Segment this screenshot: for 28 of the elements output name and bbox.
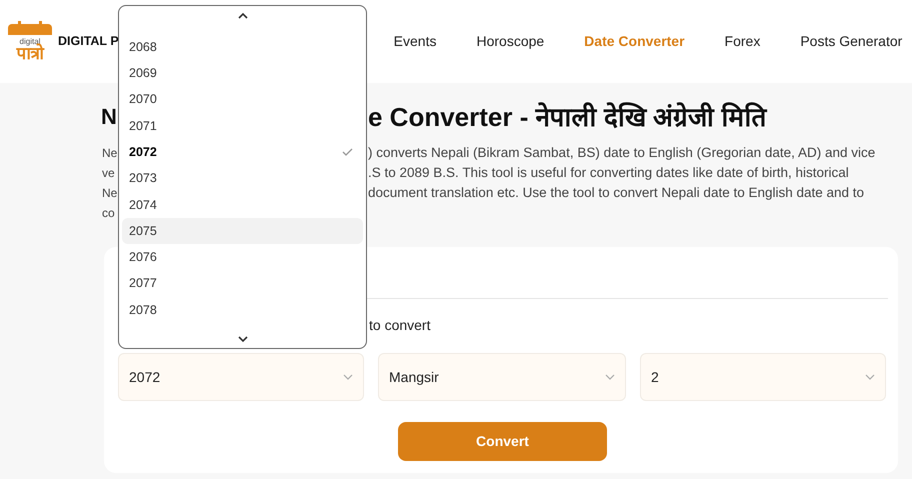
logo-text: digital (20, 38, 40, 46)
description-text: document translation etc. Use the tool to convert Nepali date to English date and to (368, 184, 864, 202)
page-heading: e Converter - नेपाली देखि अंग्रेजी मिति (368, 104, 766, 130)
page-heading: N (101, 106, 118, 128)
chevron-up-icon[interactable] (237, 12, 249, 20)
check-icon (342, 148, 353, 156)
dropdown-option[interactable]: 2075 (122, 218, 363, 244)
select-field[interactable]: Mangsir (378, 353, 626, 401)
chevron-down-icon[interactable] (237, 335, 249, 343)
description-text: ve (102, 165, 116, 182)
select-field[interactable]: 2 (640, 353, 886, 401)
chevron-down-icon (865, 374, 875, 380)
description-text: Ne (102, 185, 118, 202)
description-text: .S to 2089 B.S. This tool is useful for converting dates like date of birth, historical (368, 164, 849, 182)
chevron-down-icon (605, 374, 615, 380)
nav-link[interactable]: Events (394, 31, 436, 52)
nav-link[interactable]: Forex (724, 31, 760, 52)
description-text: Ne (102, 145, 118, 162)
description-text: co (102, 205, 116, 222)
nav-link[interactable]: Posts Generator (800, 31, 902, 52)
chevron-down-icon (343, 374, 353, 380)
select-field[interactable]: 2072 (118, 353, 364, 401)
calendar-logo-icon (8, 20, 52, 34)
description-text: ) converts Nepali (Bikram Sambat, BS) date to English (Gregorian date, AD) and vice (368, 144, 876, 162)
instruction-text: to convert (369, 316, 430, 335)
nav-link[interactable]: Horoscope (476, 31, 544, 52)
logo-text: पात्रो (16, 46, 44, 62)
brand-name[interactable]: DIGITAL P (58, 32, 119, 51)
